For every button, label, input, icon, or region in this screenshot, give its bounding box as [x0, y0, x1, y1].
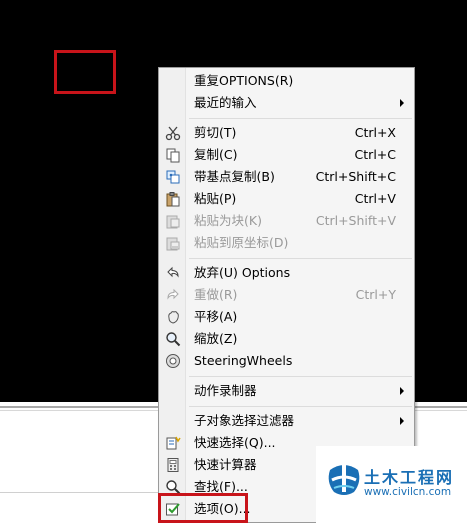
menu-item-steering-wheels[interactable]: SteeringWheels [159, 350, 414, 372]
calculator-icon [165, 457, 181, 473]
submenu-arrow-icon [400, 99, 404, 107]
menu-item-recent-input[interactable]: 最近的输入 [159, 92, 414, 114]
menu-item-label: 平移(A) [194, 309, 238, 324]
menu-item-shortcut: Ctrl+X [354, 125, 396, 140]
selection-highlight-box [54, 50, 116, 94]
pan-icon [165, 309, 181, 325]
menu-item-label: 缩放(Z) [194, 331, 238, 346]
menu-item-repeat-options[interactable]: 重复OPTIONS(R) [159, 70, 414, 92]
menu-separator [189, 406, 412, 407]
menu-item-label: 子对象选择过滤器 [194, 413, 295, 428]
watermark-url: www.civilcn.com [364, 486, 452, 498]
menu-item-redo[interactable]: 重做(R) Ctrl+Y [159, 284, 414, 306]
menu-item-copy[interactable]: 复制(C) Ctrl+C [159, 144, 414, 166]
menu-item-label: 快速计算器 [194, 457, 257, 472]
menu-separator [189, 258, 412, 259]
submenu-arrow-icon [400, 387, 404, 395]
menu-item-label: 重复OPTIONS(R) [194, 73, 294, 88]
menu-item-shortcut: Ctrl+Shift+C [315, 169, 396, 184]
menu-item-subobject-filter[interactable]: 子对象选择过滤器 [159, 410, 414, 432]
menu-item-label: 复制(C) [194, 147, 238, 162]
menu-item-paste-to-original-coords[interactable]: 粘贴到原坐标(D) [159, 232, 414, 254]
menu-item-label: 粘贴到原坐标(D) [194, 235, 289, 250]
quick-select-icon [165, 435, 181, 451]
menu-item-cut[interactable]: 剪切(T) Ctrl+X [159, 122, 414, 144]
scissors-icon [165, 125, 181, 141]
menu-item-action-recorder[interactable]: 动作录制器 [159, 380, 414, 402]
paste-block-icon [165, 213, 181, 229]
options-highlight-box [158, 493, 248, 523]
menu-item-shortcut: Ctrl+Y [355, 287, 396, 302]
menu-item-label: 重做(R) [194, 287, 238, 302]
menu-item-label: SteeringWheels [194, 353, 293, 368]
menu-item-label: 放弃(U) Options [194, 265, 291, 280]
menu-item-label: 剪切(T) [194, 125, 237, 140]
menu-item-label: 快速选择(Q)... [194, 435, 276, 450]
menu-item-shortcut: Ctrl+C [354, 147, 396, 162]
watermark-title: 土木工程网 [364, 468, 455, 487]
civilcn-logo-icon [326, 458, 362, 498]
copy-basepoint-icon [165, 169, 181, 185]
menu-item-label: 最近的输入 [194, 95, 257, 110]
menu-item-shortcut: Ctrl+V [354, 191, 396, 206]
paste-icon [165, 191, 181, 207]
undo-icon [165, 265, 181, 281]
watermark: 土木工程网 www.civilcn.com [316, 446, 467, 523]
menu-item-undo[interactable]: 放弃(U) Options [159, 262, 414, 284]
zoom-icon [165, 331, 181, 347]
menu-item-paste[interactable]: 粘贴(P) Ctrl+V [159, 188, 414, 210]
menu-item-label: 粘贴为块(K) [194, 213, 262, 228]
menu-item-pan[interactable]: 平移(A) [159, 306, 414, 328]
menu-item-label: 带基点复制(B) [194, 169, 275, 184]
steering-wheel-icon [165, 353, 181, 369]
menu-item-paste-as-block[interactable]: 粘贴为块(K) Ctrl+Shift+V [159, 210, 414, 232]
menu-item-label: 粘贴(P) [194, 191, 237, 206]
menu-separator [189, 376, 412, 377]
menu-separator [189, 118, 412, 119]
menu-item-zoom[interactable]: 缩放(Z) [159, 328, 414, 350]
submenu-arrow-icon [400, 417, 404, 425]
menu-item-copy-with-basepoint[interactable]: 带基点复制(B) Ctrl+Shift+C [159, 166, 414, 188]
menu-item-shortcut: Ctrl+Shift+V [315, 213, 396, 228]
paste-orig-coords-icon [165, 235, 181, 251]
redo-icon [165, 287, 181, 303]
menu-item-label: 动作录制器 [194, 383, 257, 398]
copy-icon [165, 147, 181, 163]
